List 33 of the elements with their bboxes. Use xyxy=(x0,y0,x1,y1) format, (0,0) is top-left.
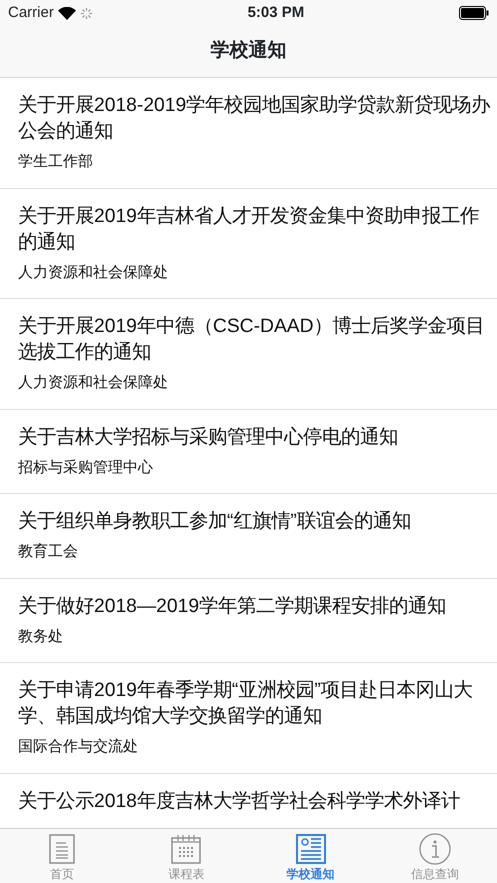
nav-title: 学校通知 xyxy=(210,38,286,64)
notice-department: 教育工会 xyxy=(18,542,79,562)
tab-item[interactable]: 学校通知 xyxy=(248,829,373,883)
notice-department: 学生工作部 xyxy=(18,152,94,172)
notice-item[interactable]: 关于开展2018-2019学年校园地国家助学贷款新贷现场办公会的通知 学生工作部 xyxy=(0,78,497,188)
spinner-icon xyxy=(80,6,93,20)
notice-department: 教务处 xyxy=(18,626,64,646)
notice-title: 关于公示2018年度吉林大学哲学社会科学学术外译计 xyxy=(18,790,461,814)
info-icon xyxy=(418,833,451,865)
notice-item[interactable]: 关于吉林大学招标与采购管理中心停电的通知 招标与采购管理中心 xyxy=(0,410,497,494)
mail-list-icon xyxy=(296,833,326,865)
carrier-label: Carrier xyxy=(8,2,54,23)
notice-item[interactable]: 关于做好2018—2019学年第二学期课程安排的通知 教务处 xyxy=(0,578,497,663)
notice-department: 国际合作与交流处 xyxy=(18,737,139,757)
notice-title: 关于开展2019年吉林省人才开发资金集中资助申报工作的通知 xyxy=(18,204,480,254)
notice-title: 关于开展2019年中德（CSC-DAAD）博士后奖学金项目选拔工作的通知 xyxy=(18,314,486,365)
notice-department: 人力资源和社会保障处 xyxy=(18,262,169,282)
notice-title: 关于申请2019年春季学期“亚洲校园”项目赴日本冈山大学、韩国成均馆大学交换留学的通知 xyxy=(18,678,474,729)
notice-title: 关于开展2018-2019学年校园地国家助学贷款新贷现场办公会的通知 xyxy=(18,94,492,144)
notice-title: 关于做好2018—2019学年第二学期课程安排的通知 xyxy=(18,594,448,618)
notice-title: 关于组织单身教职工参加“红旗情”联谊会的通知 xyxy=(18,510,412,534)
notice-item[interactable]: 关于申请2019年春季学期“亚洲校园”项目赴日本冈山大学、韩国成均馆大学交换留学的通知 国际合作与交流处 xyxy=(0,663,497,774)
wifi-icon xyxy=(58,6,76,20)
notice-department: 人力资源和社会保障处 xyxy=(18,373,169,393)
notice-item[interactable]: 关于开展2019年中德（CSC-DAAD）博士后奖学金项目选拔工作的通知 人力资源和社会保障处 xyxy=(0,299,497,410)
battery-icon xyxy=(459,6,489,20)
document-icon xyxy=(49,833,76,865)
notice-department: 招标与采购管理中心 xyxy=(18,458,154,478)
notice-item[interactable]: 关于开展2019年吉林省人才开发资金集中资助申报工作的通知 人力资源和社会保障处 xyxy=(0,188,497,299)
calendar-icon xyxy=(171,833,202,865)
notice-title: 关于吉林大学招标与采购管理中心停电的通知 xyxy=(18,426,399,450)
notice-item[interactable]: 关于组织单身教职工参加“红旗情”联谊会的通知 教育工会 xyxy=(0,494,497,578)
status-time: 5:03 PM xyxy=(248,2,304,23)
